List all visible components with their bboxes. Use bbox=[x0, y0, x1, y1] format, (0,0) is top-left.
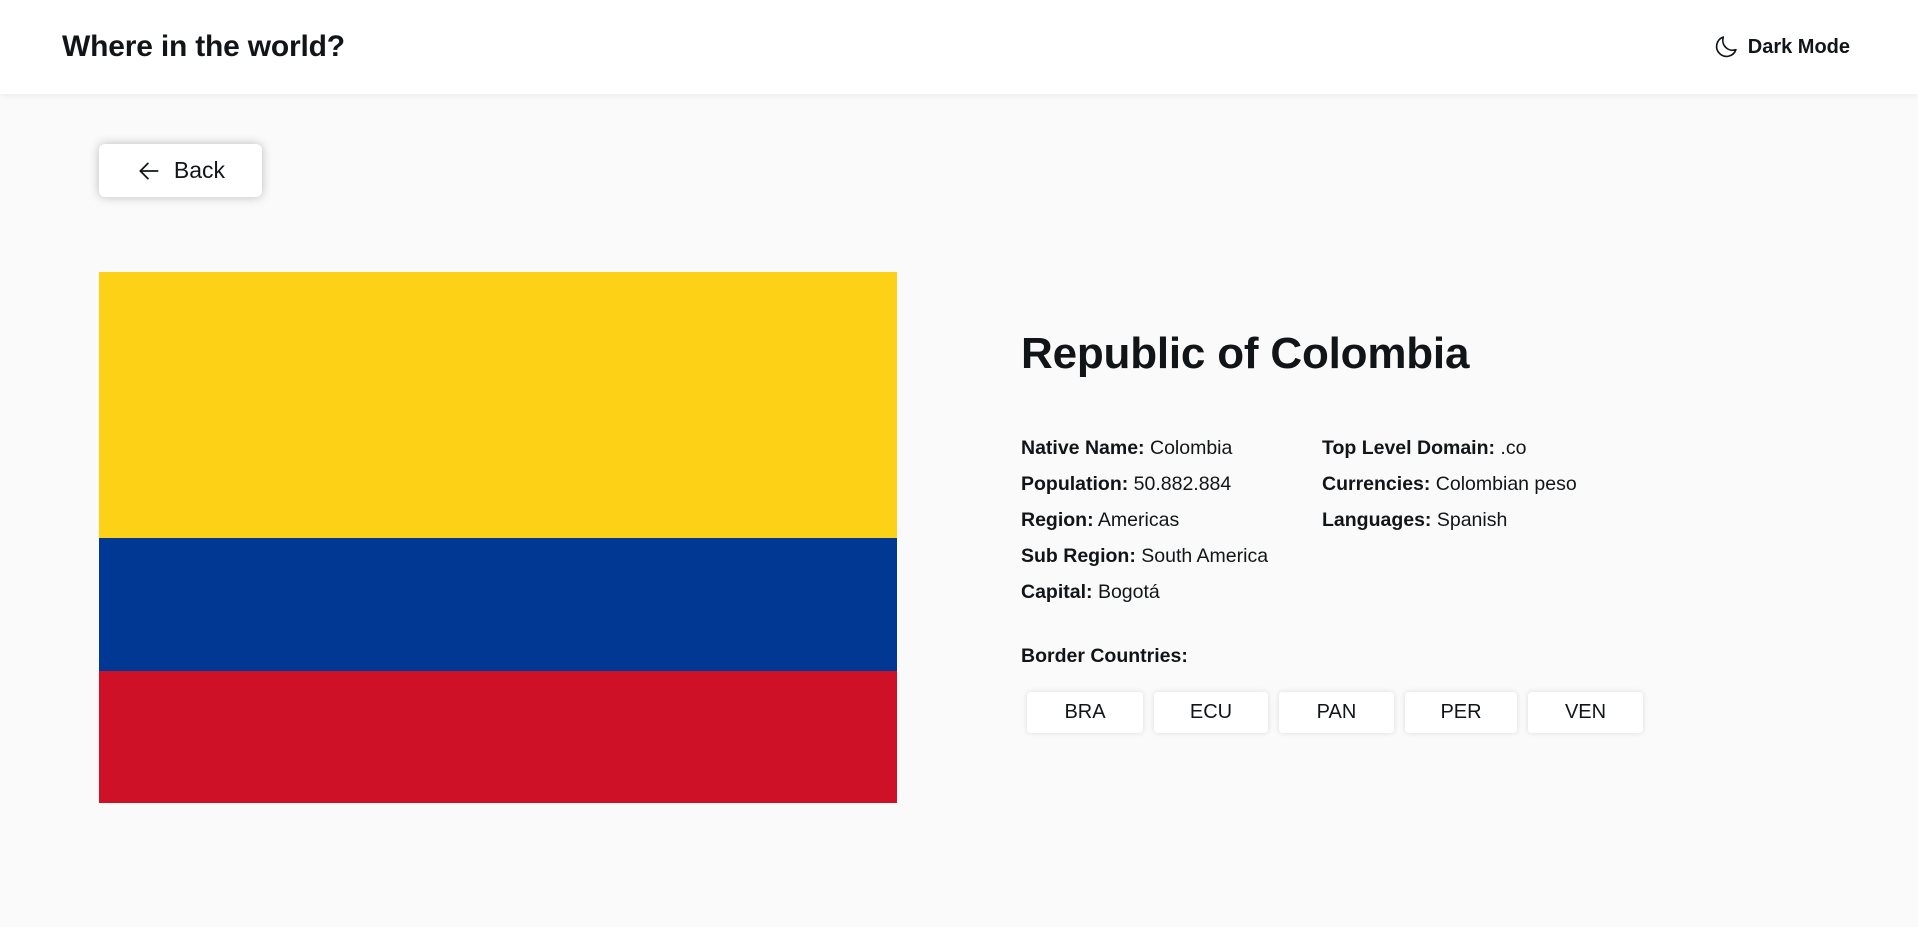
site-header: Where in the world? Dark Mode bbox=[0, 0, 1918, 94]
info-value: 50.882.884 bbox=[1133, 473, 1232, 496]
border-country-chip[interactable]: VEN bbox=[1528, 692, 1643, 734]
dark-mode-toggle[interactable]: Dark Mode bbox=[1712, 33, 1850, 61]
site-title: Where in the world? bbox=[62, 30, 345, 63]
info-sub-region: Sub Region: South America bbox=[1021, 538, 1322, 574]
info-label: Population: bbox=[1021, 473, 1129, 496]
border-country-chip[interactable]: PAN bbox=[1279, 692, 1394, 734]
info-label: Sub Region: bbox=[1021, 545, 1136, 568]
info-value: South America bbox=[1141, 545, 1269, 568]
info-value: .co bbox=[1500, 437, 1527, 460]
info-label: Region: bbox=[1021, 509, 1094, 532]
back-button-label: Back bbox=[173, 157, 226, 183]
border-country-chip[interactable]: PER bbox=[1405, 692, 1517, 734]
info-label: Native Name: bbox=[1021, 437, 1145, 460]
info-label: Languages: bbox=[1322, 509, 1432, 532]
border-countries-list: BRA ECU PAN PER VEN bbox=[1027, 692, 1821, 734]
info-column-right: Top Level Domain: .co Currencies: Colomb… bbox=[1322, 430, 1702, 610]
info-population: Population: 50.882.884 bbox=[1021, 466, 1322, 502]
info-label: Currencies: bbox=[1322, 473, 1431, 496]
info-value: Americas bbox=[1097, 509, 1180, 532]
info-column-left: Native Name: Colombia Population: 50.882… bbox=[1021, 430, 1322, 610]
info-label: Capital: bbox=[1021, 581, 1093, 604]
info-value: Spanish bbox=[1436, 509, 1508, 532]
back-button[interactable]: Back bbox=[99, 144, 262, 197]
info-region: Region: Americas bbox=[1021, 502, 1322, 538]
info-value: Bogotá bbox=[1097, 581, 1160, 604]
border-countries-label: Border Countries: bbox=[1021, 645, 1188, 668]
info-currencies: Currencies: Colombian peso bbox=[1322, 466, 1702, 502]
border-country-chip[interactable]: BRA bbox=[1027, 692, 1143, 734]
info-value: Colombia bbox=[1149, 437, 1233, 460]
dark-mode-label: Dark Mode bbox=[1747, 35, 1850, 58]
country-details: Republic of Colombia Native Name: Colomb… bbox=[1021, 329, 1821, 734]
info-languages: Languages: Spanish bbox=[1322, 502, 1702, 538]
arrow-left-icon bbox=[136, 158, 162, 184]
country-name: Republic of Colombia bbox=[1021, 329, 1470, 378]
info-top-level-domain: Top Level Domain: .co bbox=[1322, 430, 1702, 466]
info-native-name: Native Name: Colombia bbox=[1021, 430, 1322, 466]
info-label: Top Level Domain: bbox=[1322, 437, 1495, 460]
info-columns: Native Name: Colombia Population: 50.882… bbox=[1021, 430, 1821, 610]
info-value: Colombian peso bbox=[1435, 473, 1577, 496]
moon-icon bbox=[1712, 33, 1740, 61]
country-flag bbox=[99, 272, 897, 803]
flag-stripe-blue bbox=[99, 538, 897, 671]
flag-stripe-red bbox=[99, 671, 897, 803]
info-capital: Capital: Bogotá bbox=[1021, 574, 1322, 610]
border-country-chip[interactable]: ECU bbox=[1154, 692, 1268, 734]
flag-stripe-yellow bbox=[99, 272, 897, 538]
